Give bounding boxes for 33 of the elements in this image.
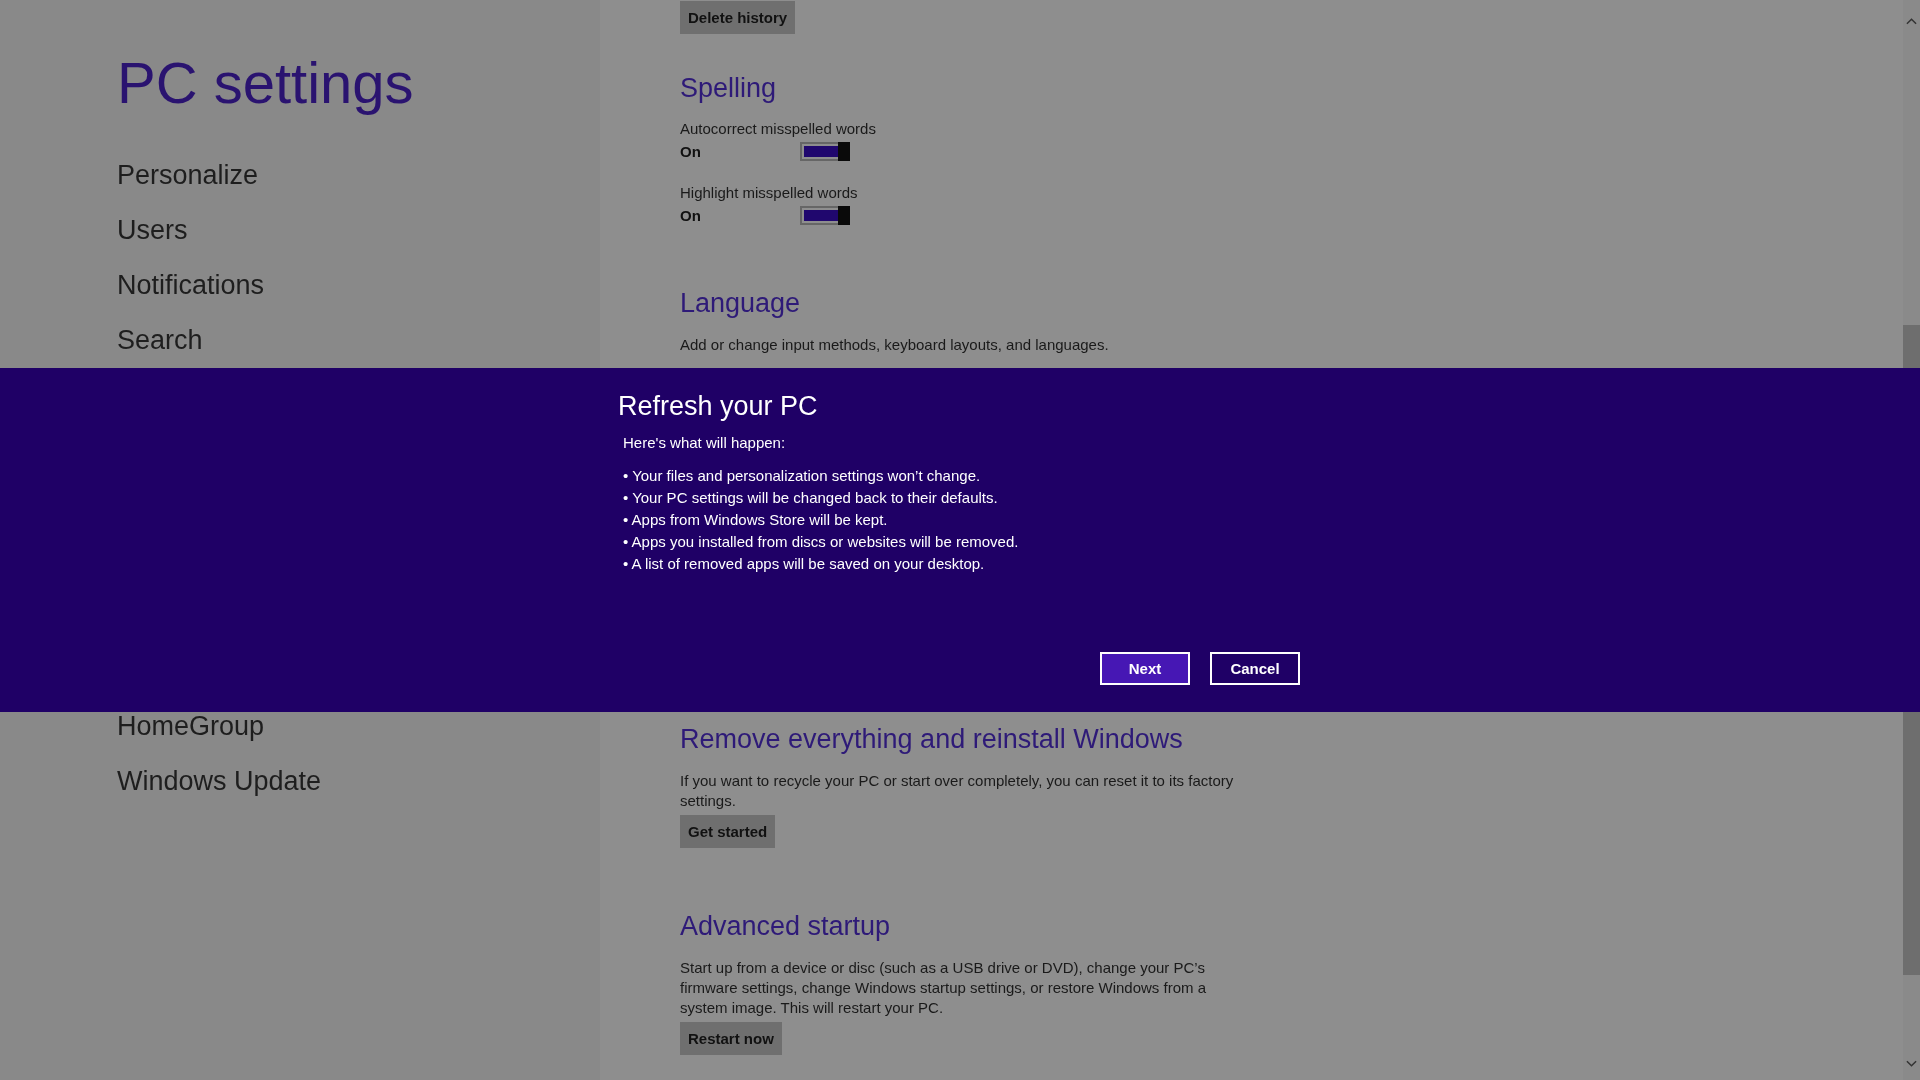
dialog-intro: Here's what will happen:: [623, 434, 787, 452]
nav-item[interactable]: Users: [117, 203, 188, 258]
dialog-button[interactable]: Cancel: [1210, 652, 1300, 685]
toggle-switch[interactable]: [800, 206, 850, 225]
toggle-state: On: [680, 207, 702, 224]
toggle-state: On: [680, 142, 702, 160]
action-button[interactable]: Restart now: [680, 1022, 782, 1056]
section-heading: Advanced startup: [680, 910, 891, 943]
action-button[interactable]: Get started: [680, 814, 776, 848]
scroll-down-icon[interactable]: [1906, 1060, 1917, 1068]
setting-label: Autocorrect misspelled words: [680, 120, 876, 138]
delete-history-button[interactable]: Delete history: [680, 1, 796, 34]
dialog-button[interactable]: Next: [1100, 652, 1190, 685]
section-heading: Remove everything and reinstall Windows: [680, 722, 1183, 755]
scroll-up-icon[interactable]: [1906, 17, 1917, 25]
section-heading: Spelling: [680, 72, 777, 104]
bullet-item: • Apps from Windows Store will be kept.: [623, 510, 889, 530]
dialog-title: Refresh your PC: [618, 390, 819, 422]
bullet-item: • A list of removed apps will be saved on your desktop.: [623, 554, 986, 574]
section-description: If you want to recycle your PC or start over completely, you can reset it to its factory settings.: [680, 770, 1235, 811]
nav-item[interactable]: Notifications: [117, 258, 265, 313]
bullet-item: • Your files and personalization settings won’t change.: [623, 466, 982, 486]
section-description: Start up from a device or disc (such as a USB drive or DVD), change your PC’s firmware settings, change Windows startup settings, or restore Windows from a system image. This will restart your PC.: [680, 958, 1208, 1019]
nav-item[interactable]: Personalize: [117, 148, 259, 203]
nav-item[interactable]: Windows Update: [117, 754, 322, 809]
setting-label: Highlight misspelled words: [680, 184, 858, 203]
bullet-item: • Apps you installed from discs or websites will be removed.: [623, 532, 1020, 552]
section-heading: Language: [680, 286, 801, 319]
nav-item[interactable]: Search: [117, 313, 203, 368]
section-description: Add or change input methods, keyboard layouts, and languages.: [680, 334, 1109, 355]
bullet-item: • Your PC settings will be changed back to their defaults.: [623, 488, 999, 508]
page-title: PC settings: [117, 49, 414, 117]
toggle-switch[interactable]: [800, 141, 850, 161]
